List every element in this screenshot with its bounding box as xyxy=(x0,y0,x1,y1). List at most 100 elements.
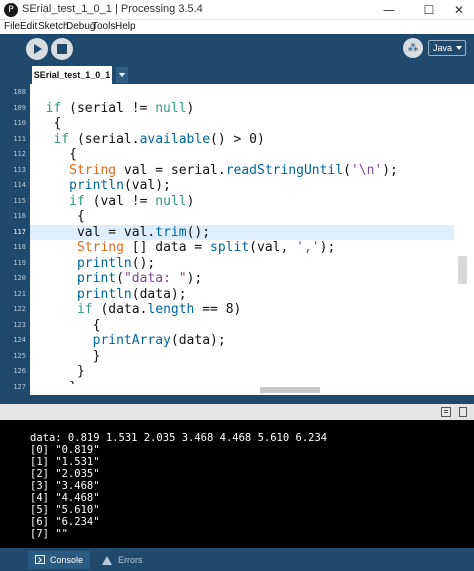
code-line[interactable]: println(data); xyxy=(30,287,454,303)
code-token: { xyxy=(76,209,85,224)
line-number: 127 xyxy=(13,382,26,391)
code-token: (); xyxy=(131,255,156,271)
tab-menu-button[interactable] xyxy=(116,67,128,83)
menu-file[interactable]: File xyxy=(4,20,20,34)
window-title: SErial_test_1_0_1 | Processing 3.5.4 xyxy=(22,3,203,15)
code-token: (serial != xyxy=(61,100,156,116)
menu-sketch[interactable]: Sketch xyxy=(38,20,69,34)
code-line[interactable]: } xyxy=(30,349,454,365)
mode-label: Java xyxy=(433,43,453,53)
code-token: printArray xyxy=(92,333,171,348)
code-token: null xyxy=(155,193,187,209)
stop-button[interactable] xyxy=(51,38,73,60)
scroll-thumb[interactable] xyxy=(458,256,467,284)
toolbar: ⁂ Java xyxy=(0,34,474,64)
tab-console[interactable]: Console xyxy=(28,551,90,569)
copy-icon[interactable] xyxy=(459,407,467,417)
mode-selector[interactable]: Java xyxy=(428,40,466,56)
errors-tab-label: Errors xyxy=(118,555,143,565)
chevron-down-icon xyxy=(119,73,125,77)
code-line[interactable]: { xyxy=(30,116,454,132)
code-token: if xyxy=(53,131,70,147)
code-token: val = serial. xyxy=(116,162,226,178)
code-token: (val); xyxy=(123,178,171,193)
console-tab-label: Console xyxy=(50,555,84,565)
code-token: null xyxy=(155,100,187,116)
run-button[interactable] xyxy=(26,38,48,60)
line-number: 116 xyxy=(13,212,26,220)
code-line[interactable]: println(val); xyxy=(30,178,454,194)
editor-vertical-scrollbar[interactable] xyxy=(454,84,474,395)
code-token: println xyxy=(76,286,132,302)
code-token: String xyxy=(76,240,124,255)
code-line[interactable]: String [] data = split(val, ','); xyxy=(30,240,454,256)
code-line[interactable]: if (serial != null) xyxy=(30,101,454,117)
code-token: ); xyxy=(319,240,336,255)
code-line[interactable]: printArray(data); xyxy=(30,333,454,349)
line-number: 111 xyxy=(13,134,26,143)
line-number: 122 xyxy=(13,305,26,313)
console-line: [3] "3.468" xyxy=(30,480,100,492)
code-line[interactable]: { xyxy=(30,147,454,163)
maximize-button[interactable]: ☐ xyxy=(414,0,444,20)
code-token: length xyxy=(147,302,195,317)
scroll-thumb[interactable] xyxy=(260,387,320,393)
console-scrollbar[interactable] xyxy=(464,420,474,548)
code-token: ( xyxy=(116,271,124,286)
menu-tools[interactable]: Tools xyxy=(92,20,115,34)
code-line[interactable]: println(); xyxy=(30,256,454,272)
line-number: 118 xyxy=(13,243,26,251)
code-line[interactable]: { xyxy=(30,209,454,225)
code-token: "data: " xyxy=(123,271,187,286)
console-header xyxy=(0,404,474,420)
code-token: == 8) xyxy=(194,302,242,317)
editor-horizontal-scrollbar[interactable] xyxy=(30,384,454,395)
tab-errors[interactable]: Errors xyxy=(98,551,160,569)
line-number-gutter: 108 109 110 111 112 113 114 115 116 117 118 119 120 1… xyxy=(0,84,30,395)
code-line[interactable]: } xyxy=(30,364,454,380)
code-token: ); xyxy=(186,271,203,286)
code-line[interactable] xyxy=(30,85,454,101)
code-token: { xyxy=(69,147,77,162)
tab-sketch[interactable]: SErial_test_1_0_1 xyxy=(32,66,112,84)
code-line[interactable]: { xyxy=(30,318,454,334)
code-line[interactable]: print("data: "); xyxy=(30,271,454,287)
editor-console-divider[interactable] xyxy=(0,395,474,404)
code-editor: 108 109 110 111 112 113 114 115 116 117 118 119 120 1… xyxy=(0,84,474,395)
code-token: ) xyxy=(186,100,195,116)
debug-butterfly-icon[interactable]: ⁂ xyxy=(403,38,423,58)
menu-edit[interactable]: Edit xyxy=(20,20,37,34)
footer-tabs: Console Errors xyxy=(0,548,474,571)
minimize-button[interactable]: — xyxy=(374,0,404,20)
code-line[interactable]: if (data.length == 8) xyxy=(30,302,454,318)
code-token: split xyxy=(210,240,250,255)
code-line[interactable]: if (val != null) xyxy=(30,194,454,210)
console-line: data: 0.819 1.531 2.035 3.468 4.468 5.61… xyxy=(30,432,328,444)
menu-help[interactable]: Help xyxy=(115,20,136,34)
title-bar: P SErial_test_1_0_1 | Processing 3.5.4 —… xyxy=(0,0,474,20)
console-line: [4] "4.468" xyxy=(30,492,100,504)
code-line[interactable]: String val = serial.readStringUntil('\n'… xyxy=(30,163,454,179)
code-text-area[interactable]: if (serial != null) { if (serial.availab… xyxy=(30,84,454,395)
clear-console-icon[interactable] xyxy=(441,407,451,417)
menu-bar: File Edit Sketch Debug Tools Help xyxy=(0,20,474,34)
console-output[interactable]: data: 0.819 1.531 2.035 3.468 4.468 5.61… xyxy=(0,420,474,548)
close-button[interactable]: ✕ xyxy=(444,0,474,20)
line-number: 110 xyxy=(13,119,26,127)
code-line[interactable]: val = val.trim(); xyxy=(30,224,454,240)
code-line[interactable]: if (serial.available() > 0) xyxy=(30,132,454,148)
console-icon xyxy=(35,555,45,564)
line-number: 121 xyxy=(13,289,26,298)
